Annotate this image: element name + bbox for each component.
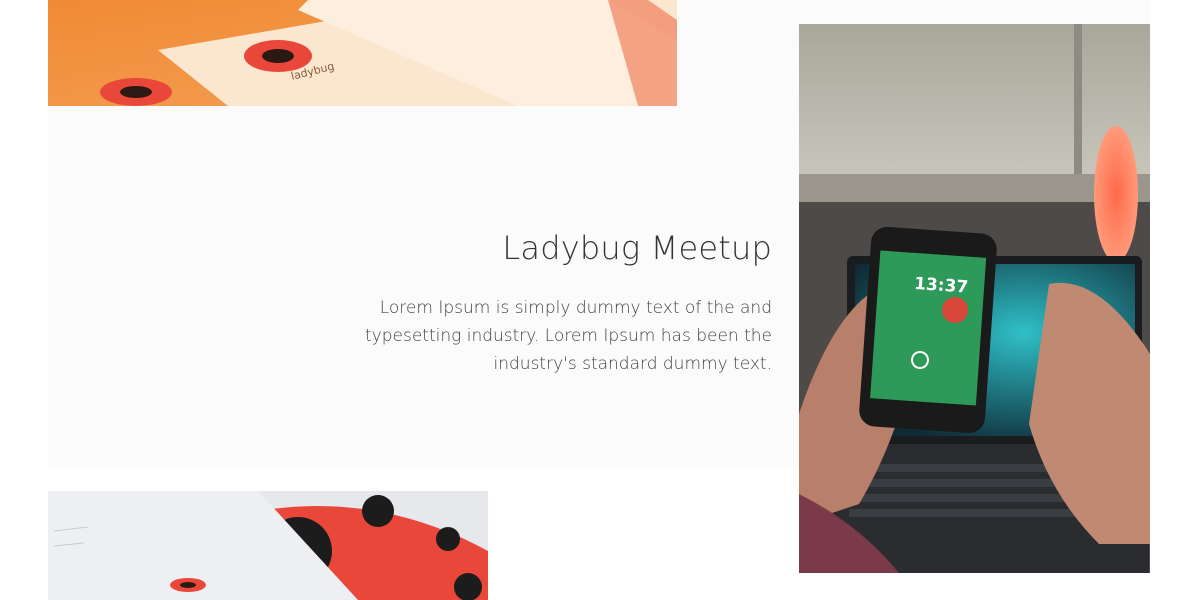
ladybug-stationery-photo: ladybug	[48, 0, 677, 106]
ladybug-envelope-photo	[48, 491, 488, 600]
feature-body: Lorem Ipsum is simply dummy text of the …	[365, 298, 772, 374]
phone-clock: 13:37	[913, 274, 968, 298]
feature-copy: Ladybug Meetup Lorem Ipsum is simply dum…	[332, 226, 772, 378]
feature-title: Ladybug Meetup	[502, 229, 772, 267]
phone-in-hands-photo: 13:37	[799, 24, 1150, 573]
